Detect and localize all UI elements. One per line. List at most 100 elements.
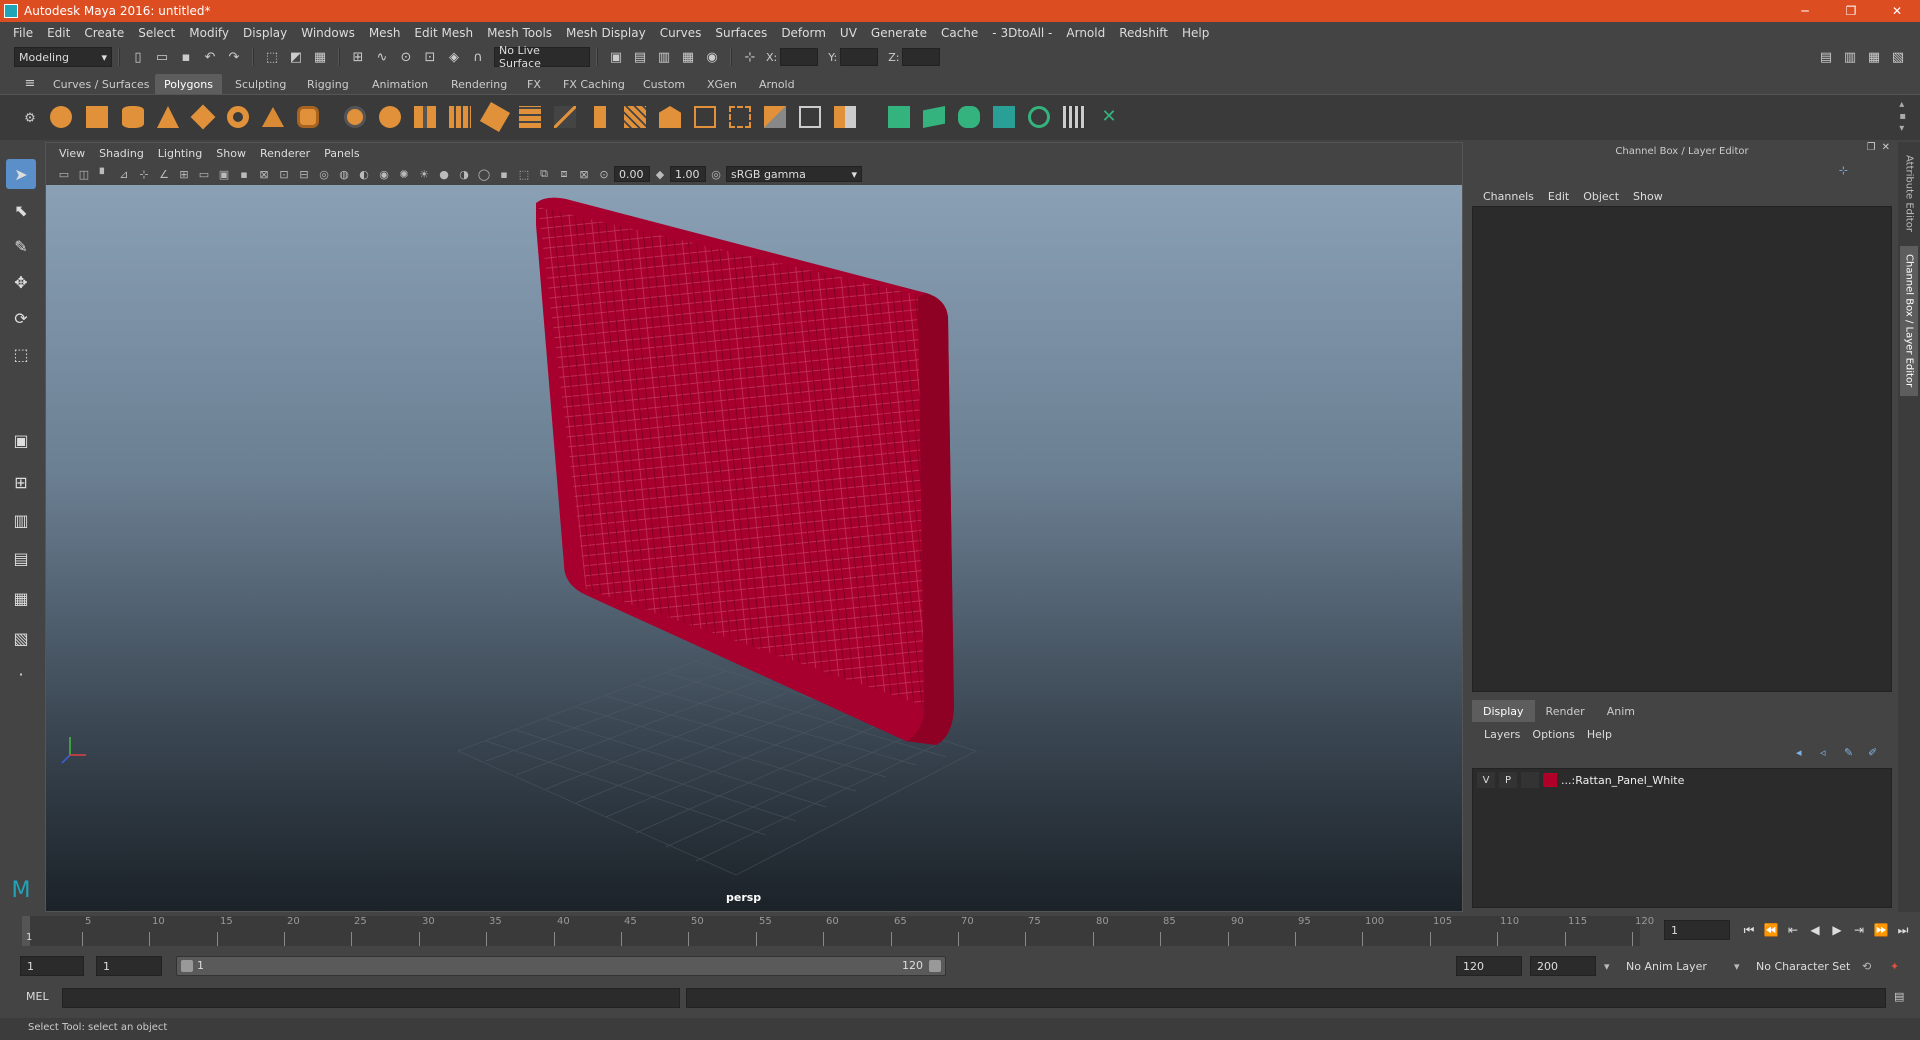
menu-mesh-display[interactable]: Mesh Display	[559, 26, 653, 40]
multi-cut-icon[interactable]	[550, 102, 580, 132]
select-object-icon[interactable]: ◩	[286, 47, 306, 67]
menu-curves[interactable]: Curves	[653, 26, 709, 40]
viewport-menu-view[interactable]: View	[52, 147, 92, 160]
menu-3dtoall[interactable]: - 3DtoAll -	[985, 26, 1059, 40]
camera-lock-icon[interactable]: ◫	[76, 166, 92, 182]
reduce-icon[interactable]	[515, 102, 545, 132]
extract-icon[interactable]	[410, 102, 440, 132]
layer-tab-anim[interactable]: Anim	[1596, 700, 1646, 722]
mirror-icon[interactable]	[445, 102, 475, 132]
snap-curve-icon[interactable]: ∿	[372, 47, 392, 67]
more-layouts-icon[interactable]: ·	[6, 659, 36, 689]
scale-tool-icon[interactable]: ⬚	[6, 339, 36, 369]
layer-menu-options[interactable]: Options	[1526, 728, 1580, 741]
shelf-tab-rendering[interactable]: Rendering	[442, 74, 516, 94]
x-input[interactable]	[780, 48, 819, 66]
menu-cache[interactable]: Cache	[934, 26, 985, 40]
uv-editor-icon[interactable]	[1059, 102, 1089, 132]
uv-planar-icon[interactable]	[884, 102, 914, 132]
four-view-layout-icon[interactable]: ⊞	[6, 467, 36, 497]
close-button[interactable]: ✕	[1874, 0, 1920, 22]
render-settings-icon[interactable]: ▦	[678, 47, 698, 67]
chevron-down-icon[interactable]: ▾	[1604, 956, 1610, 976]
color-space-dropdown[interactable]: sRGB gamma ▾	[726, 166, 862, 182]
current-frame-field[interactable]: 1	[1664, 920, 1730, 940]
ambient-occlusion-icon[interactable]: ●	[436, 166, 452, 182]
move-layer-down-icon[interactable]: ◃	[1820, 746, 1838, 762]
live-surface-field[interactable]: No Live Surface	[494, 44, 590, 70]
shelf-tab-arnold[interactable]: Arnold	[750, 74, 804, 94]
step-forward-frame-icon[interactable]: ⇥	[1848, 920, 1870, 940]
wireframe-icon[interactable]: ◎	[316, 166, 332, 182]
channel-box-menu-channels[interactable]: Channels	[1476, 190, 1541, 203]
shelf-scroll-arrows[interactable]: ▴ ▪ ▾	[1899, 99, 1906, 135]
layer-tab-display[interactable]: Display	[1472, 700, 1535, 722]
move-tool-icon[interactable]: ✥	[6, 267, 36, 297]
motion-blur-icon[interactable]: ◑	[456, 166, 472, 182]
merge-icon[interactable]	[830, 102, 860, 132]
poly-cone-icon[interactable]	[153, 102, 183, 132]
safe-title-icon[interactable]: ⊟	[296, 166, 312, 182]
menu-select[interactable]: Select	[131, 26, 182, 40]
shelf-tab-curves-surfaces[interactable]: Curves / Surfaces	[44, 74, 159, 94]
viewport-menu-panels[interactable]: Panels	[317, 147, 366, 160]
z-input[interactable]	[902, 48, 941, 66]
isolate-select-icon[interactable]: ⬚	[516, 166, 532, 182]
select-component-icon[interactable]: ▦	[310, 47, 330, 67]
new-empty-layer-icon[interactable]: ✎	[1844, 746, 1862, 762]
menu-arnold[interactable]: Arnold	[1059, 26, 1112, 40]
2d-pan-zoom-icon[interactable]: ∠	[156, 166, 172, 182]
channel-box-menu-object[interactable]: Object	[1576, 190, 1626, 203]
viewport-menu-lighting[interactable]: Lighting	[151, 147, 209, 160]
textured-icon[interactable]: ◉	[376, 166, 392, 182]
shelf-tab-rigging[interactable]: Rigging	[298, 74, 358, 94]
image-plane-icon[interactable]: ⊿	[116, 166, 132, 182]
select-hierarchy-icon[interactable]: ⬚	[262, 47, 282, 67]
single-perspective-layout-icon[interactable]: ▣	[6, 425, 36, 455]
safe-action-icon[interactable]: ⊡	[276, 166, 292, 182]
go-to-start-icon[interactable]: ⏮	[1738, 920, 1760, 940]
grid-toggle-icon[interactable]: ⊞	[176, 166, 192, 182]
smooth-icon[interactable]	[479, 101, 511, 133]
bridge-icon[interactable]	[655, 102, 685, 132]
menu-edit-mesh[interactable]: Edit Mesh	[407, 26, 480, 40]
range-slider[interactable]: 1 120	[176, 956, 946, 976]
open-scene-icon[interactable]: ▭	[152, 47, 172, 67]
graph-layout-icon[interactable]: ▦	[6, 583, 36, 613]
menu-edit[interactable]: Edit	[40, 26, 77, 40]
shelf-tab-fx-caching[interactable]: FX Caching	[554, 74, 634, 94]
wireframe-on-shaded-icon[interactable]: ◐	[356, 166, 372, 182]
poly-cylinder-icon[interactable]	[118, 102, 148, 132]
paint-select-tool-icon[interactable]: ✎	[6, 231, 36, 261]
xray-joints-icon[interactable]: ⧈	[556, 166, 572, 182]
poly-pyramid-icon[interactable]	[258, 102, 288, 132]
layer-menu-help[interactable]: Help	[1581, 728, 1618, 741]
menu-mesh-tools[interactable]: Mesh Tools	[480, 26, 559, 40]
shadows-icon[interactable]: ☀	[416, 166, 432, 182]
snap-surface-icon[interactable]: ◈	[444, 47, 464, 67]
new-layer-selected-icon[interactable]: ✐	[1868, 746, 1886, 762]
camera-attributes-icon[interactable]: ⊹	[136, 166, 152, 182]
color-management-icon[interactable]: ◎	[708, 166, 724, 182]
channel-box-toggle-icon[interactable]: ▧	[1888, 47, 1908, 67]
move-layer-up-icon[interactable]: ◂	[1796, 746, 1814, 762]
close-panel-icon[interactable]: ✕	[1882, 142, 1890, 153]
menu-create[interactable]: Create	[77, 26, 131, 40]
play-backward-icon[interactable]: ◀	[1804, 920, 1826, 940]
command-input[interactable]	[62, 988, 680, 1008]
resolution-gate-icon[interactable]: ▣	[216, 166, 232, 182]
target-weld-icon[interactable]	[795, 102, 825, 132]
save-scene-icon[interactable]: ▪	[176, 47, 196, 67]
insert-edge-loop-icon[interactable]	[725, 102, 755, 132]
menu-help[interactable]: Help	[1175, 26, 1216, 40]
uv-automatic-icon[interactable]	[989, 102, 1019, 132]
float-panel-icon[interactable]: ❐	[1867, 142, 1876, 153]
viewport-menu-show[interactable]: Show	[209, 147, 253, 160]
layer-playback-toggle[interactable]: P	[1499, 772, 1517, 788]
play-forward-icon[interactable]: ▶	[1826, 920, 1848, 940]
time-slider-track[interactable]: 1 5 10 15 20 25 30 35 40 45 50 55 60 65 70 75 80 85 90 95 1…	[22, 916, 1654, 946]
poly-cube-icon[interactable]	[82, 102, 112, 132]
script-editor-icon[interactable]: ▤	[1894, 990, 1904, 1003]
gate-mask-icon[interactable]: ▪	[236, 166, 252, 182]
command-language-label[interactable]: MEL	[26, 990, 49, 1003]
